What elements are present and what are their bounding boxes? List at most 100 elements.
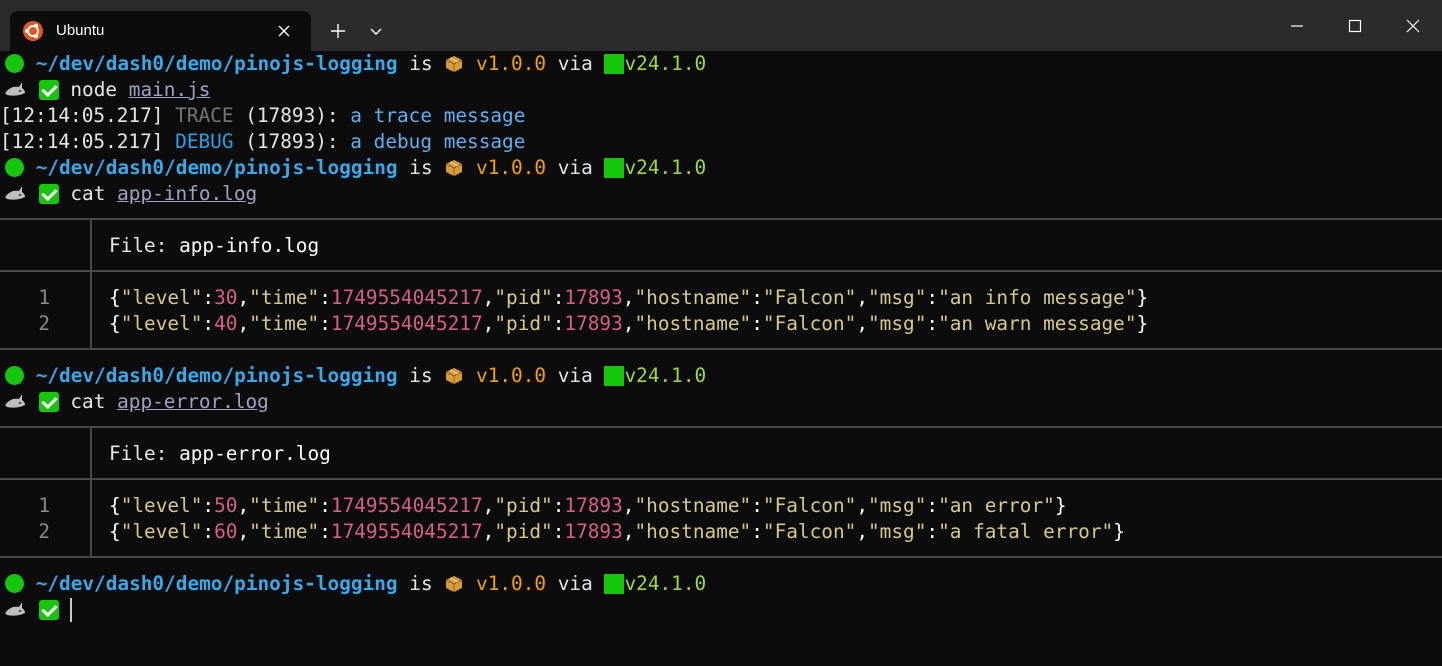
line-number: 2	[38, 312, 50, 335]
minimize-button[interactable]	[1268, 0, 1326, 51]
close-icon	[1406, 19, 1420, 33]
json-number: 17893	[564, 312, 623, 335]
log-level: DEBUG	[175, 130, 234, 153]
json-key: "time"	[249, 312, 320, 335]
node-version: v24.1.0	[624, 572, 707, 595]
json-string: "Falcon"	[762, 520, 857, 543]
file-name: app-info.log	[179, 234, 320, 257]
json-number: 30	[214, 286, 238, 309]
json-punctuation: ,	[622, 286, 635, 309]
prompt-line: ~/dev/dash0/demo/pinojs-logging is v1.0.…	[0, 51, 1442, 77]
json-line: {"level":50,"time":1749554045217,"pid":1…	[109, 493, 1067, 519]
json-key: "msg"	[868, 312, 927, 335]
json-key: "time"	[249, 520, 320, 543]
json-punctuation: ,	[482, 286, 495, 309]
nodejs-icon	[604, 366, 625, 386]
log-time: [12:14:05.217]	[0, 104, 164, 127]
package-icon	[446, 368, 463, 384]
maximize-button[interactable]	[1326, 0, 1384, 51]
json-punctuation: :	[926, 286, 939, 309]
json-punctuation: :	[552, 520, 565, 543]
nodejs-icon	[604, 158, 625, 178]
package-icon	[446, 576, 463, 592]
json-key: "level"	[120, 520, 203, 543]
json-punctuation: :	[202, 312, 215, 335]
prompt-is: is	[409, 52, 433, 75]
json-punctuation: :	[552, 312, 565, 335]
json-punctuation: ,	[856, 520, 868, 543]
json-punctuation: }	[1136, 312, 1149, 335]
tab-ubuntu[interactable]: Ubuntu	[10, 11, 311, 51]
json-punctuation: :	[926, 312, 939, 335]
json-line: {"level":40,"time":1749554045217,"pid":1…	[109, 311, 1148, 337]
json-punctuation: ,	[237, 494, 250, 517]
prompt-via: via	[557, 156, 593, 179]
json-key: "level"	[120, 494, 203, 517]
file-panel-app-error: File: app-error.log 1 {"level":50,"time"…	[0, 426, 1442, 558]
status-dot-icon	[5, 574, 24, 593]
json-key: "pid"	[494, 286, 553, 309]
json-number: 1749554045217	[330, 312, 483, 335]
package-icon	[446, 56, 463, 72]
terminal[interactable]: ~/dev/dash0/demo/pinojs-logging is v1.0.…	[0, 51, 1442, 666]
json-number: 50	[214, 494, 238, 517]
prompt-via: via	[557, 572, 593, 595]
log-pid: (17893):	[245, 104, 339, 127]
divider	[0, 270, 1442, 272]
json-key: "pid"	[494, 312, 553, 335]
json-key: "level"	[120, 286, 203, 309]
json-number: 60	[214, 520, 238, 543]
command-name: cat	[70, 182, 106, 205]
json-string: "an info message"	[938, 286, 1137, 309]
command-line: cat app-error.log	[0, 389, 1442, 415]
success-check-icon	[38, 184, 59, 204]
json-punctuation: {	[109, 520, 121, 543]
json-number: 1749554045217	[330, 494, 483, 517]
text-cursor	[70, 598, 73, 622]
minimize-icon	[1291, 25, 1303, 27]
prompt-line: ~/dev/dash0/demo/pinojs-logging is v1.0.…	[0, 363, 1442, 389]
command-line: cat app-info.log	[0, 181, 1442, 207]
line-number: 1	[38, 494, 50, 517]
prompt-path: ~/dev/dash0/demo/pinojs-logging	[35, 156, 398, 179]
command-arg[interactable]: main.js	[129, 78, 211, 101]
json-key: "time"	[249, 286, 320, 309]
prompt-via: via	[557, 364, 593, 387]
prompt-is: is	[409, 364, 433, 387]
tab-title: Ubuntu	[56, 22, 105, 39]
maximize-icon	[1348, 19, 1362, 33]
close-window-button[interactable]	[1384, 0, 1442, 51]
command-line-active[interactable]	[0, 597, 1442, 623]
command-arg[interactable]: app-info.log	[117, 182, 257, 205]
json-punctuation: :	[319, 286, 331, 309]
package-version: v1.0.0	[476, 364, 547, 387]
json-punctuation: }	[1136, 286, 1149, 309]
json-punctuation: ,	[237, 312, 250, 335]
json-punctuation: :	[202, 520, 215, 543]
json-punctuation: ,	[622, 494, 635, 517]
gutter-divider	[90, 428, 92, 558]
json-punctuation: :	[202, 286, 215, 309]
command-arg[interactable]: app-error.log	[117, 390, 269, 413]
file-header: File: app-info.log	[109, 233, 319, 259]
json-key: "time"	[249, 494, 320, 517]
package-version: v1.0.0	[476, 156, 547, 179]
divider	[0, 556, 1442, 558]
chevron-down-icon[interactable]	[363, 18, 389, 44]
json-punctuation: :	[319, 520, 331, 543]
prompt-path: ~/dev/dash0/demo/pinojs-logging	[35, 364, 398, 387]
command-name: node	[70, 78, 118, 101]
plus-icon[interactable]	[325, 18, 351, 44]
line-number: 1	[38, 286, 50, 309]
log-time: [12:14:05.217]	[0, 130, 164, 153]
json-punctuation: :	[319, 494, 331, 517]
success-check-icon	[38, 392, 59, 412]
shark-icon	[5, 394, 25, 408]
package-icon	[446, 160, 463, 176]
success-check-icon	[38, 600, 59, 620]
close-icon[interactable]	[276, 23, 292, 39]
json-string: "a fatal error"	[938, 520, 1114, 543]
json-number: 40	[214, 312, 238, 335]
json-key: "msg"	[868, 520, 927, 543]
divider	[0, 478, 1442, 480]
